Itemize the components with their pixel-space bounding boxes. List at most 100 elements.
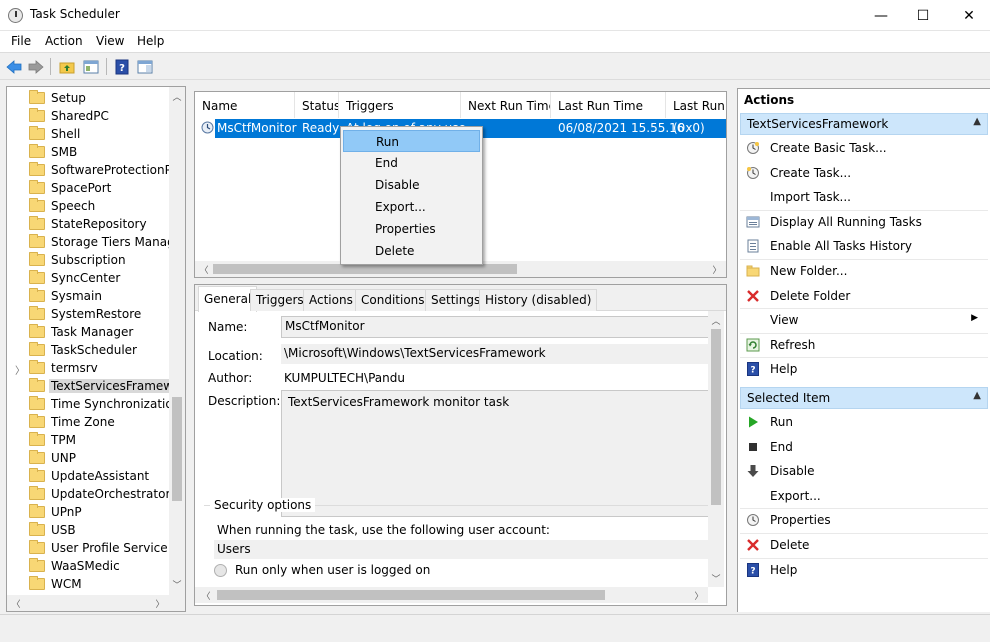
- menu-view[interactable]: View: [96, 34, 124, 48]
- collapse-up-icon[interactable]: ▲: [973, 390, 981, 401]
- scroll-left-icon[interactable]: 〈: [197, 262, 211, 276]
- selected-action-run[interactable]: Run: [740, 411, 988, 435]
- tree-item[interactable]: 〉 termsrv: [7, 359, 177, 377]
- minimize-button[interactable]: —: [858, 0, 904, 31]
- scroll-down-icon[interactable]: ﹀: [170, 577, 184, 591]
- selected-action-properties[interactable]: Properties: [740, 509, 988, 533]
- task-list-scroll-thumb[interactable]: [213, 264, 517, 274]
- tree-item[interactable]: UNP: [7, 449, 177, 467]
- actions-section-textservicesframework[interactable]: TextServicesFramework ▲: [740, 113, 988, 135]
- scroll-up-icon[interactable]: ︿: [170, 89, 184, 103]
- action-view[interactable]: View ▶: [740, 309, 988, 333]
- tree-item[interactable]: TPM: [7, 431, 177, 449]
- tree-item[interactable]: Setup: [7, 89, 177, 107]
- maximize-button[interactable]: ☐: [900, 0, 946, 31]
- tree-item[interactable]: SMB: [7, 143, 177, 161]
- action-help[interactable]: ? Help: [740, 358, 988, 382]
- tree-item[interactable]: Time Zone: [7, 413, 177, 431]
- scroll-right-icon[interactable]: 〉: [692, 588, 706, 602]
- context-menu-disable[interactable]: Disable: [343, 174, 480, 196]
- selected-action-export[interactable]: Export...: [740, 485, 988, 509]
- tree-vertical-scrollbar[interactable]: ︿ ﹀: [169, 87, 185, 595]
- close-button[interactable]: ✕: [946, 0, 990, 31]
- expand-chevron-icon[interactable]: 〉: [15, 362, 25, 377]
- tree-item[interactable]: UPnP: [7, 503, 177, 521]
- tree-horizontal-scrollbar[interactable]: 〈 〉: [7, 595, 185, 611]
- up-folder-button[interactable]: [57, 57, 77, 76]
- tree-item[interactable]: Time Synchronization: [7, 395, 177, 413]
- scroll-left-icon[interactable]: 〈: [199, 588, 213, 602]
- menu-action[interactable]: Action: [45, 34, 83, 48]
- scroll-right-icon[interactable]: 〉: [710, 262, 724, 276]
- collapse-up-icon[interactable]: ▲: [973, 116, 981, 127]
- action-create-task[interactable]: Create Task...: [740, 162, 988, 186]
- forward-button[interactable]: [26, 57, 46, 76]
- description-field[interactable]: TextServicesFramework monitor task: [281, 390, 709, 517]
- context-menu-properties[interactable]: Properties: [343, 218, 480, 240]
- tab-actions[interactable]: Actions: [303, 289, 359, 311]
- menu-help[interactable]: Help: [137, 34, 164, 48]
- run-logged-on-radio[interactable]: [214, 564, 227, 577]
- tree-item[interactable]: Subscription: [7, 251, 177, 269]
- help-button[interactable]: ?: [112, 57, 132, 76]
- show-hide-console-tree-button[interactable]: [81, 57, 101, 76]
- action-import-task[interactable]: Import Task...: [740, 186, 988, 210]
- tree-item[interactable]: Storage Tiers Manager: [7, 233, 177, 251]
- tree-item[interactable]: USB: [7, 521, 177, 539]
- tree-item[interactable]: TextServicesFramewor: [7, 377, 177, 395]
- show-hide-action-pane-button[interactable]: [135, 57, 155, 76]
- actions-section-selected-item[interactable]: Selected Item ▲: [740, 387, 988, 409]
- tab-general[interactable]: General: [198, 286, 258, 312]
- action-display-all-running-tasks[interactable]: Display All Running Tasks: [740, 211, 988, 235]
- tree-scroll-thumb[interactable]: [172, 397, 182, 501]
- context-menu-run[interactable]: Run: [343, 130, 480, 152]
- name-field[interactable]: MsCtfMonitor: [281, 316, 709, 338]
- context-menu-delete[interactable]: Delete: [343, 240, 480, 262]
- tree-item[interactable]: SpacePort: [7, 179, 177, 197]
- tree-item[interactable]: SoftwareProtectionPla: [7, 161, 177, 179]
- tab-triggers[interactable]: Triggers: [250, 289, 310, 311]
- column-header-triggers[interactable]: Triggers: [339, 92, 461, 118]
- selected-action-delete[interactable]: Delete: [740, 534, 988, 558]
- tree-item[interactable]: UpdateOrchestrator: [7, 485, 177, 503]
- action-delete-folder[interactable]: Delete Folder: [740, 285, 988, 309]
- tab-conditions[interactable]: Conditions: [355, 289, 431, 311]
- scroll-left-icon[interactable]: 〈: [9, 596, 23, 610]
- tree-item[interactable]: Task Manager: [7, 323, 177, 341]
- tree-item[interactable]: StateRepository: [7, 215, 177, 233]
- tree-item[interactable]: Sysmain: [7, 287, 177, 305]
- scroll-right-icon[interactable]: 〉: [153, 596, 167, 610]
- tab-settings[interactable]: Settings: [425, 289, 487, 311]
- tree-item[interactable]: SyncCenter: [7, 269, 177, 287]
- tree-item[interactable]: Speech: [7, 197, 177, 215]
- column-header-name[interactable]: Name: [195, 92, 295, 118]
- scroll-down-icon[interactable]: ﹀: [709, 571, 723, 585]
- tree-item[interactable]: WCM: [7, 575, 177, 593]
- tree-item[interactable]: UpdateAssistant: [7, 467, 177, 485]
- details-horizontal-scrollbar[interactable]: 〈 〉: [195, 587, 708, 603]
- tree-item[interactable]: SharedPC: [7, 107, 177, 125]
- selected-action-end[interactable]: End: [740, 436, 988, 460]
- action-new-folder[interactable]: New Folder...: [740, 260, 988, 284]
- selected-action-disable[interactable]: Disable: [740, 460, 988, 484]
- tree-item[interactable]: Shell: [7, 125, 177, 143]
- action-enable-all-tasks-history[interactable]: Enable All Tasks History: [740, 235, 988, 259]
- selected-action-help[interactable]: ? Help: [740, 559, 988, 583]
- context-menu-export[interactable]: Export...: [343, 196, 480, 218]
- tree-item[interactable]: TaskScheduler: [7, 341, 177, 359]
- scroll-up-icon[interactable]: ︿: [709, 313, 723, 327]
- column-header-last-run-result[interactable]: Last Run R: [666, 92, 726, 118]
- column-header-status[interactable]: Status: [295, 92, 339, 118]
- column-header-last-run-time[interactable]: Last Run Time: [551, 92, 666, 118]
- tree-item[interactable]: SystemRestore: [7, 305, 177, 323]
- details-vertical-scrollbar[interactable]: ︿ ﹀: [708, 311, 724, 587]
- details-scroll-thumb-horizontal[interactable]: [217, 590, 605, 600]
- column-header-next-run-time[interactable]: Next Run Time: [461, 92, 551, 118]
- tab-history[interactable]: History (disabled): [479, 289, 598, 311]
- context-menu-end[interactable]: End: [343, 152, 480, 174]
- menu-file[interactable]: File: [11, 34, 31, 48]
- back-button[interactable]: [4, 57, 24, 76]
- details-scroll-thumb[interactable]: [711, 329, 721, 505]
- tree-item[interactable]: WaaSMedic: [7, 557, 177, 575]
- action-create-basic-task[interactable]: Create Basic Task...: [740, 137, 988, 161]
